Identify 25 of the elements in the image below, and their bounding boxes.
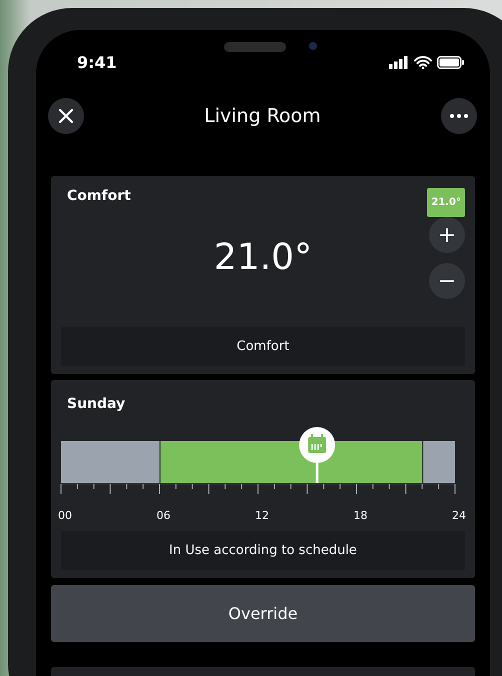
temperature-badge: 21.0°: [427, 188, 465, 217]
card-title: Comfort: [67, 188, 131, 204]
mode-label: Comfort: [61, 327, 465, 366]
camera-dot: [309, 42, 317, 50]
hour-label: 00: [58, 509, 72, 522]
speaker-grille: [224, 42, 286, 52]
more-icon: [450, 114, 468, 118]
increase-button[interactable]: +: [429, 217, 465, 253]
card-title: Sunday: [66, 396, 126, 412]
hour-label: 12: [255, 509, 269, 522]
screen-title: Living Room: [204, 105, 321, 127]
override-button[interactable]: Override: [51, 585, 475, 642]
close-icon: [58, 108, 74, 124]
more-button[interactable]: [440, 98, 477, 134]
close-button[interactable]: [48, 98, 84, 134]
battery-icon: [437, 56, 465, 68]
wifi-icon: [414, 56, 432, 68]
hour-label: 24: [452, 509, 466, 522]
decrease-button[interactable]: −: [429, 263, 465, 299]
signal-icon: [389, 56, 409, 68]
hour-label: 18: [354, 509, 368, 522]
schedule-status: In Use according to schedule: [61, 531, 465, 570]
hour-label: 06: [156, 509, 170, 522]
status-time: 9:41: [77, 52, 117, 72]
temperature-value: 21.0°: [214, 236, 312, 278]
